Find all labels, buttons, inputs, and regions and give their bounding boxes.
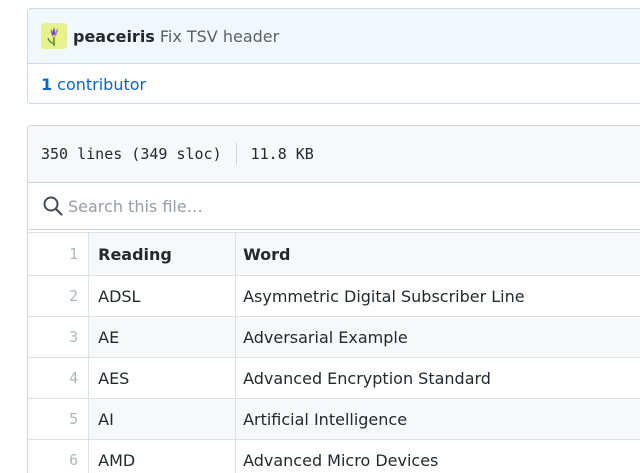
- commit-header: peaceiris Fix TSV header: [28, 9, 640, 64]
- file-search-bar: [28, 183, 640, 230]
- file-size: 11.8 KB: [250, 145, 314, 163]
- tsv-table: 1 Reading Word 2 ADSL Asymmetric Digital…: [28, 232, 640, 473]
- line-number[interactable]: 5: [28, 398, 89, 440]
- contributors-row: 1 contributor: [28, 64, 640, 103]
- search-icon: [43, 196, 63, 216]
- word-cell: Advanced Micro Devices: [235, 439, 640, 473]
- reading-cell: AES: [88, 357, 236, 399]
- contributors-link[interactable]: contributor: [57, 75, 146, 94]
- line-number[interactable]: 1: [28, 232, 89, 276]
- word-cell: Artificial Intelligence: [235, 398, 640, 440]
- reading-cell: AMD: [88, 439, 236, 473]
- line-number[interactable]: 6: [28, 439, 89, 473]
- contributors-count[interactable]: 1: [41, 75, 52, 94]
- column-header-reading: Reading: [88, 232, 236, 276]
- word-cell: Adversarial Example: [235, 316, 640, 358]
- avatar[interactable]: [41, 23, 67, 49]
- file-info-divider: [235, 143, 237, 165]
- line-number[interactable]: 4: [28, 357, 89, 399]
- line-number[interactable]: 3: [28, 316, 89, 358]
- reading-cell: ADSL: [88, 275, 236, 317]
- table-row: 3 AE Adversarial Example: [28, 316, 640, 358]
- latest-commit-box: peaceiris Fix TSV header 1 contributor: [27, 8, 640, 104]
- file-info-header: 350 lines (349 sloc) 11.8 KB: [28, 126, 640, 183]
- file-line-count: 350 lines (349 sloc): [41, 145, 222, 163]
- reading-cell: AE: [88, 316, 236, 358]
- table-header-row: 1 Reading Word: [28, 232, 640, 276]
- search-input[interactable]: [68, 196, 468, 216]
- commit-message[interactable]: Fix TSV header: [160, 27, 279, 46]
- iris-flower-icon: [47, 27, 58, 46]
- reading-cell: AI: [88, 398, 236, 440]
- line-number[interactable]: 2: [28, 275, 89, 317]
- word-cell: Advanced Encryption Standard: [235, 357, 640, 399]
- file-box: 350 lines (349 sloc) 11.8 KB 1 Reading W…: [27, 125, 640, 473]
- commit-author[interactable]: peaceiris: [73, 27, 155, 46]
- word-cell: Asymmetric Digital Subscriber Line: [235, 275, 640, 317]
- table-row: 2 ADSL Asymmetric Digital Subscriber Lin…: [28, 275, 640, 317]
- column-header-word: Word: [235, 232, 640, 276]
- page: peaceiris Fix TSV header 1 contributor 3…: [0, 0, 640, 473]
- table-row: 4 AES Advanced Encryption Standard: [28, 357, 640, 399]
- table-row: 6 AMD Advanced Micro Devices: [28, 439, 640, 473]
- table-row: 5 AI Artificial Intelligence: [28, 398, 640, 440]
